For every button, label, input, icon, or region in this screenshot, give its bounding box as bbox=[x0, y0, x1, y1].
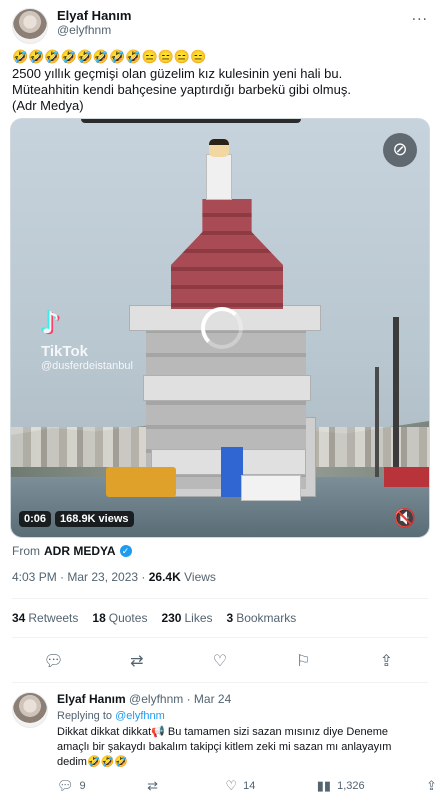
bookmark-icon[interactable]: ⚐ bbox=[288, 651, 318, 670]
reply-like-action[interactable]: ♡ 14 bbox=[225, 778, 255, 794]
like-icon[interactable]: ♡ bbox=[205, 651, 235, 670]
lego-figure-body bbox=[206, 154, 232, 200]
video-crane bbox=[375, 367, 379, 477]
quotes-label: Quotes bbox=[108, 611, 148, 625]
like-icon: ♡ bbox=[225, 778, 238, 793]
tweet-timestamp[interactable]: 4:03 PM · Mar 23, 2023 · bbox=[12, 570, 145, 584]
tweet-video[interactable]: ♪ TikTok @dusferdeistanbul ⊘ 0:06 168.9K… bbox=[10, 118, 430, 538]
quotes-stat[interactable]: 18 Quotes bbox=[92, 611, 147, 625]
replying-to-handle[interactable]: @elyfhnm bbox=[115, 710, 165, 722]
tower-band bbox=[143, 375, 311, 401]
reply-handle-date: @elyfhnm · Mar 24 bbox=[129, 692, 232, 706]
reply-views-count: 1,326 bbox=[337, 780, 365, 792]
tweet-actions: 💬︎ ⇄ ♡ ⚐ ⇪ bbox=[12, 638, 428, 682]
tweet-views-count: 26.4K bbox=[148, 570, 181, 584]
reply-like-count: 14 bbox=[243, 780, 256, 792]
bookmarks-stat[interactable]: 3 Bookmarks bbox=[227, 611, 297, 625]
reply-avatar[interactable] bbox=[12, 692, 48, 728]
tiktok-name: TikTok bbox=[41, 343, 88, 360]
reply-header: Elyaf Hanım @elyfhnm · Mar 24 bbox=[57, 692, 437, 707]
reply-actions: 💬︎ 9 ⇄ ♡ 14 ▮▮ 1,326 ⇪ bbox=[57, 778, 437, 794]
reply-display-name[interactable]: Elyaf Hanım bbox=[57, 692, 126, 706]
lego-figure-head bbox=[209, 139, 229, 157]
reply-icon: 💬︎ bbox=[57, 778, 74, 793]
source-account[interactable]: ADR MEDYA bbox=[44, 544, 116, 558]
share-icon[interactable]: ⇪ bbox=[371, 651, 401, 670]
reply-reply-action[interactable]: 💬︎ 9 bbox=[57, 778, 86, 794]
reply-retweet-action[interactable]: ⇄ bbox=[147, 778, 164, 794]
tiktok-icon: ♪ bbox=[41, 306, 61, 341]
tiktok-user: @dusferdeistanbul bbox=[41, 360, 133, 372]
tower-red-roof bbox=[171, 199, 283, 309]
video-red-structure bbox=[384, 467, 429, 487]
video-elapsed: 0:06 bbox=[19, 511, 52, 527]
source-prefix: From bbox=[12, 544, 40, 558]
video-crane bbox=[393, 317, 399, 487]
video-truck bbox=[241, 475, 301, 501]
more-icon[interactable]: ··· bbox=[412, 12, 428, 28]
tweet-text-line: (Adr Medya) bbox=[12, 98, 84, 113]
main-tweet: Elyaf Hanım @elyfhnm ··· 🤣🤣🤣🤣🤣🤣🤣🤣😑😑😑😑 25… bbox=[0, 0, 440, 683]
mute-icon[interactable]: 🔇 bbox=[391, 507, 419, 531]
tweet-text: 🤣🤣🤣🤣🤣🤣🤣🤣😑😑😑😑 2500 yıllık geçmişi olan gü… bbox=[12, 48, 428, 114]
share-icon: ⇪ bbox=[426, 778, 437, 793]
author-handle[interactable]: @elyfhnm bbox=[57, 23, 131, 38]
tweet-emoji-line: 🤣🤣🤣🤣🤣🤣🤣🤣😑😑😑😑 bbox=[12, 49, 207, 64]
bookmarks-count: 3 bbox=[226, 611, 234, 625]
tweet-views-label: Views bbox=[184, 570, 216, 584]
author-names: Elyaf Hanım @elyfhnm bbox=[57, 8, 131, 38]
tweet-text-line: 2500 yıllık geçmişi olan güzelim kız kul… bbox=[12, 66, 343, 81]
reply-tweet[interactable]: Elyaf Hanım @elyfhnm · Mar 24 Replying t… bbox=[0, 686, 440, 800]
tweet-meta: 4:03 PM · Mar 23, 2023 · 26.4K Views bbox=[12, 570, 428, 584]
bookmarks-label: Bookmarks bbox=[236, 611, 297, 625]
author-avatar[interactable] bbox=[12, 8, 48, 44]
likes-count: 230 bbox=[161, 611, 182, 625]
likes-label: Likes bbox=[184, 611, 213, 625]
reply-icon[interactable]: 💬︎ bbox=[39, 651, 69, 670]
video-views: 168.9K views bbox=[55, 511, 134, 527]
tiktok-watermark: ♪ TikTok @dusferdeistanbul bbox=[41, 306, 133, 373]
reply-reply-count: 9 bbox=[79, 780, 86, 792]
retweets-stat[interactable]: 34 Retweets bbox=[12, 611, 78, 625]
retweet-icon: ⇄ bbox=[147, 778, 158, 793]
tweet-stats: 34 Retweets 18 Quotes 230 Likes 3 Bookmarks bbox=[12, 599, 428, 637]
video-excavator bbox=[106, 467, 176, 497]
retweets-count: 34 bbox=[12, 611, 26, 625]
reply-row: Elyaf Hanım @elyfhnm · Mar 24 Replying t… bbox=[12, 692, 437, 794]
reply-text: Dikkat dikkat dikkat📢 Bu tamamen sizi sa… bbox=[57, 726, 392, 768]
reply-views-action[interactable]: ▮▮ 1,326 bbox=[317, 778, 365, 794]
video-blue-block bbox=[221, 447, 243, 497]
views-icon: ▮▮ bbox=[316, 778, 332, 793]
loading-spinner-icon bbox=[201, 307, 243, 349]
quotes-count: 18 bbox=[92, 611, 106, 625]
retweet-icon[interactable]: ⇄ bbox=[122, 651, 152, 670]
retweets-label: Retweets bbox=[28, 611, 79, 625]
replying-to: Replying to @elyfhnm bbox=[57, 710, 437, 722]
replying-prefix: Replying to bbox=[57, 710, 113, 722]
media-menu-icon[interactable]: ⊘ bbox=[383, 133, 417, 167]
tweet-header: Elyaf Hanım @elyfhnm ··· bbox=[12, 0, 428, 48]
tweet-text-line: Müteahhitin kendi bahçesine yaptırdığı b… bbox=[12, 82, 351, 97]
likes-stat[interactable]: 230 Likes bbox=[161, 611, 212, 625]
video-stats: 0:06 168.9K views bbox=[19, 511, 134, 527]
author-display-name[interactable]: Elyaf Hanım bbox=[57, 8, 131, 23]
verified-icon: ✓ bbox=[119, 545, 132, 557]
reply-body: Elyaf Hanım @elyfhnm · Mar 24 Replying t… bbox=[57, 692, 437, 794]
divider bbox=[12, 682, 428, 683]
video-top-edge bbox=[81, 119, 301, 123]
reply-share-action[interactable]: ⇪ bbox=[426, 778, 437, 794]
source-attribution: From ADR MEDYA ✓ bbox=[12, 544, 428, 558]
